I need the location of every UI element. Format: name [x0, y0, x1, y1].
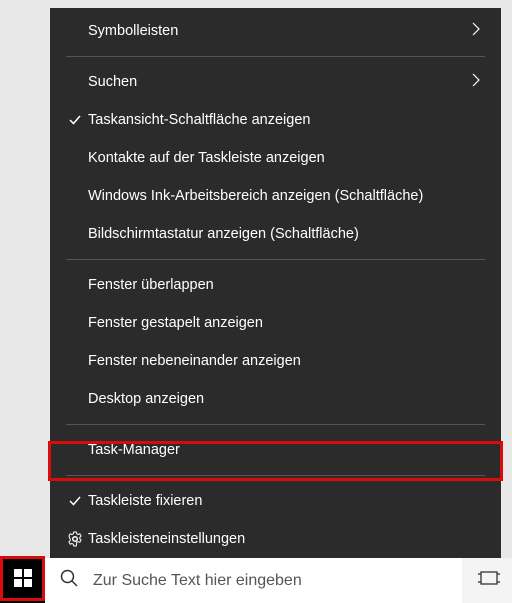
start-button[interactable] [0, 558, 45, 603]
menu-label: Task-Manager [88, 442, 481, 458]
menu-label: Taskleisteneinstellungen [88, 531, 481, 547]
taskbar: Zur Suche Text hier eingeben [0, 558, 512, 603]
menu-item-taskview-button[interactable]: Taskansicht-Schaltfläche anzeigen [50, 101, 501, 139]
menu-item-side-by-side[interactable]: Fenster nebeneinander anzeigen [50, 342, 501, 380]
menu-separator [66, 475, 485, 476]
menu-item-contacts[interactable]: Kontakte auf der Taskleiste anzeigen [50, 139, 501, 177]
taskview-button[interactable] [466, 558, 512, 603]
menu-item-taskbar-settings[interactable]: Taskleisteneinstellungen [50, 520, 501, 558]
menu-item-on-screen-keyboard[interactable]: Bildschirmtastatur anzeigen (Schaltfläch… [50, 215, 501, 253]
checkmark-icon [62, 493, 88, 509]
menu-item-show-desktop[interactable]: Desktop anzeigen [50, 380, 501, 418]
menu-item-windows-ink[interactable]: Windows Ink-Arbeitsbereich anzeigen (Sch… [50, 177, 501, 215]
menu-label: Taskansicht-Schaltfläche anzeigen [88, 112, 481, 128]
search-placeholder: Zur Suche Text hier eingeben [93, 572, 302, 590]
menu-label: Suchen [88, 74, 471, 90]
menu-separator [66, 259, 485, 260]
menu-item-lock-taskbar[interactable]: Taskleiste fixieren [50, 482, 501, 520]
menu-label: Desktop anzeigen [88, 391, 481, 407]
menu-item-toolbars[interactable]: Symbolleisten [50, 12, 501, 50]
menu-item-stack-windows[interactable]: Fenster gestapelt anzeigen [50, 304, 501, 342]
menu-label: Bildschirmtastatur anzeigen (Schaltfläch… [88, 226, 481, 242]
menu-item-search[interactable]: Suchen [50, 63, 501, 101]
menu-label: Fenster überlappen [88, 277, 481, 293]
menu-label: Taskleiste fixieren [88, 493, 481, 509]
windows-logo-icon [14, 569, 32, 592]
taskview-icon [478, 569, 500, 592]
search-box[interactable]: Zur Suche Text hier eingeben [45, 558, 462, 603]
menu-separator [66, 424, 485, 425]
checkmark-icon [62, 112, 88, 128]
search-icon [59, 568, 79, 593]
menu-label: Kontakte auf der Taskleiste anzeigen [88, 150, 481, 166]
menu-label: Windows Ink-Arbeitsbereich anzeigen (Sch… [88, 188, 481, 204]
menu-label: Fenster gestapelt anzeigen [88, 315, 481, 331]
menu-item-cascade-windows[interactable]: Fenster überlappen [50, 266, 501, 304]
menu-item-task-manager[interactable]: Task-Manager [50, 431, 501, 469]
menu-label: Symbolleisten [88, 23, 471, 39]
menu-separator [66, 56, 485, 57]
gear-icon [62, 531, 88, 547]
taskbar-context-menu: Symbolleisten Suchen Taskansicht-Schaltf… [50, 8, 501, 562]
menu-label: Fenster nebeneinander anzeigen [88, 353, 481, 369]
chevron-right-icon [471, 72, 481, 93]
chevron-right-icon [471, 21, 481, 42]
